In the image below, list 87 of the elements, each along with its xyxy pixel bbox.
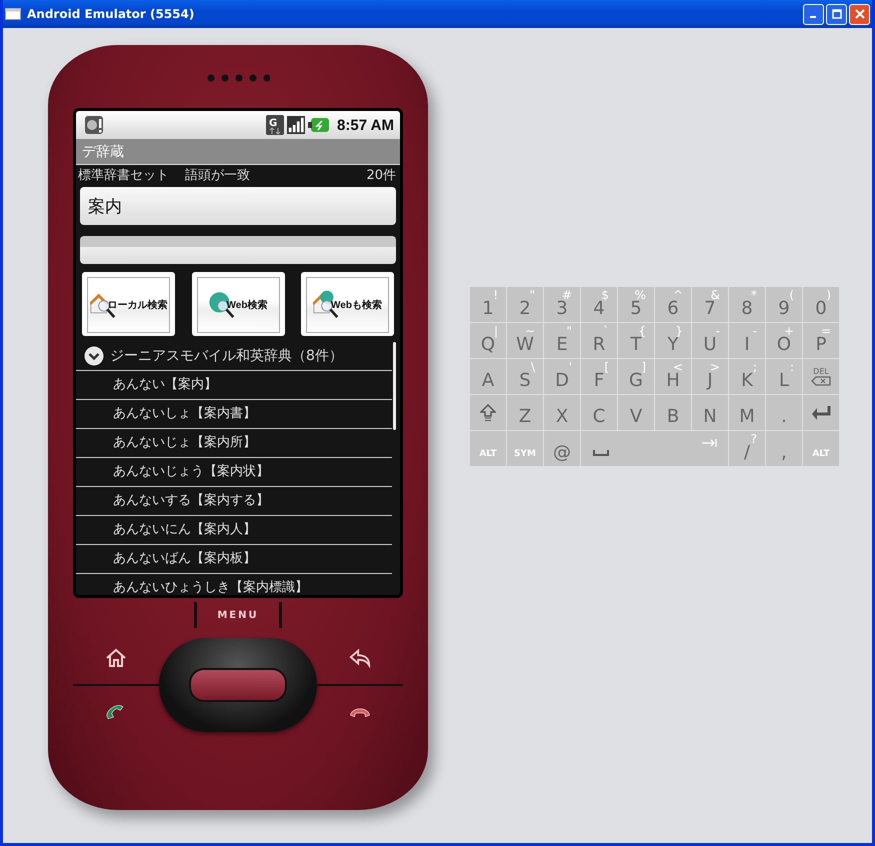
- keyboard-key[interactable]: D ': [544, 359, 580, 394]
- keyboard-key[interactable]: ,: [766, 431, 802, 466]
- search-button[interactable]: ローカル検索: [82, 272, 175, 336]
- keyboard-key[interactable]: W ~: [507, 323, 543, 358]
- input-field[interactable]: [80, 236, 396, 264]
- keyboard-key[interactable]: ALT: [803, 431, 839, 466]
- keyboard-key[interactable]: SYM: [507, 431, 543, 466]
- close-button[interactable]: [849, 4, 870, 24]
- keyboard-key[interactable]: DEL: [803, 359, 839, 394]
- keyboard-key[interactable]: P =: [803, 323, 839, 358]
- search-field[interactable]: 案内: [80, 187, 396, 225]
- window-icon: [5, 8, 21, 20]
- keyboard-key[interactable]: F [: [581, 359, 617, 394]
- keyboard-key[interactable]: E ": [544, 323, 580, 358]
- keyboard-key[interactable]: [470, 395, 506, 430]
- result-list-item[interactable]: あんないしょ【案内書】: [76, 400, 392, 429]
- keyboard-key[interactable]: .: [766, 395, 802, 430]
- menu-button[interactable]: MENU: [217, 610, 259, 621]
- keyboard-key[interactable]: [803, 395, 839, 430]
- dictionary-set-label: 標準辞書セット: [78, 167, 169, 185]
- signal-icon: [287, 115, 306, 135]
- result-count: 20件: [366, 167, 396, 185]
- keyboard-key[interactable]: V: [618, 395, 654, 430]
- minimize-icon: [810, 16, 816, 18]
- keyboard-key[interactable]: T {: [618, 323, 654, 358]
- keyboard-key[interactable]: Q |: [470, 323, 506, 358]
- keyboard-key[interactable]: Y }: [655, 323, 691, 358]
- keyboard-key[interactable]: Z: [507, 395, 543, 430]
- keyboard-key[interactable]: N: [692, 395, 728, 430]
- app-title: デ辞蔵: [82, 142, 124, 160]
- result-list-item[interactable]: あんないじょ【案内所】: [76, 429, 392, 458]
- result-list-item[interactable]: あんないじょう【案内状】: [76, 458, 392, 487]
- keyboard-key[interactable]: @: [544, 431, 580, 466]
- match-mode-label: 語頭が一致: [185, 167, 250, 185]
- keyboard-key[interactable]: G ]: [618, 359, 654, 394]
- center-button[interactable]: [189, 668, 287, 702]
- keyboard-key[interactable]: L :: [766, 359, 802, 394]
- battery-charging-icon: [308, 117, 330, 133]
- keyboard-key[interactable]: S \: [507, 359, 543, 394]
- keyboard-key[interactable]: 1 !: [470, 287, 506, 322]
- keyboard-key[interactable]: A: [470, 359, 506, 394]
- result-list-item[interactable]: あんないする【案内する】: [76, 487, 392, 516]
- backspace-icon: [811, 376, 831, 386]
- search-button[interactable]: Web検索: [192, 272, 284, 336]
- home-icon[interactable]: [105, 648, 127, 668]
- result-list-item[interactable]: あんないにん【案内人】: [76, 516, 392, 545]
- back-icon[interactable]: [349, 648, 371, 668]
- keyboard-key[interactable]: 4 $: [581, 287, 617, 322]
- gprs-data-icon: G: [266, 115, 284, 135]
- keyboard-key[interactable]: / ?: [729, 431, 765, 466]
- search-button[interactable]: Webも検索: [301, 272, 394, 336]
- minimize-button[interactable]: [803, 4, 824, 24]
- maximize-icon: [832, 9, 842, 19]
- keyboard-key[interactable]: 5 %: [618, 287, 654, 322]
- keyboard-key[interactable]: B: [655, 395, 691, 430]
- keyboard-key[interactable]: J >: [692, 359, 728, 394]
- shift-icon: [480, 404, 496, 422]
- keyboard-key[interactable]: 7 &: [692, 287, 728, 322]
- keyboard-key[interactable]: U -: [692, 323, 728, 358]
- keyboard-key[interactable]: 0 ): [803, 287, 839, 322]
- keyboard-key[interactable]: I -: [729, 323, 765, 358]
- keyboard-key[interactable]: H <: [655, 359, 691, 394]
- keyboard-key[interactable]: M: [729, 395, 765, 430]
- keyboard-key[interactable]: 3 #: [544, 287, 580, 322]
- keyboard-key[interactable]: X: [544, 395, 580, 430]
- window-title: Android Emulator (5554): [27, 7, 196, 21]
- enter-icon: [810, 404, 832, 420]
- keyboard-key[interactable]: 6 ^: [655, 287, 691, 322]
- tab-arrow-icon: [702, 439, 718, 447]
- keyboard-key[interactable]: 2 ": [507, 287, 543, 322]
- speaker-grille-icon: [206, 73, 270, 83]
- trackball-pad[interactable]: [159, 638, 317, 732]
- keyboard-key[interactable]: ALT: [470, 431, 506, 466]
- dictionary-group-header[interactable]: ジーニアスモバイル和英辞典（8件）: [76, 342, 392, 371]
- space-bar-icon: [593, 450, 609, 456]
- keyboard-key[interactable]: C: [581, 395, 617, 430]
- keyboard-key[interactable]: O +: [766, 323, 802, 358]
- result-list-item[interactable]: あんないばん【案内板】: [76, 545, 392, 574]
- keyboard-key[interactable]: K ;: [729, 359, 765, 394]
- keyboard-key[interactable]: 9 (: [766, 287, 802, 322]
- sd-card-warning-icon: [84, 115, 104, 135]
- maximize-button[interactable]: [826, 4, 847, 24]
- result-list-item[interactable]: あんない【案内】: [76, 371, 392, 400]
- clock-time: 8:57 AM: [337, 116, 394, 134]
- keyboard-key[interactable]: 8 *: [729, 287, 765, 322]
- keyboard-key[interactable]: R `: [581, 323, 617, 358]
- close-icon: [854, 9, 864, 19]
